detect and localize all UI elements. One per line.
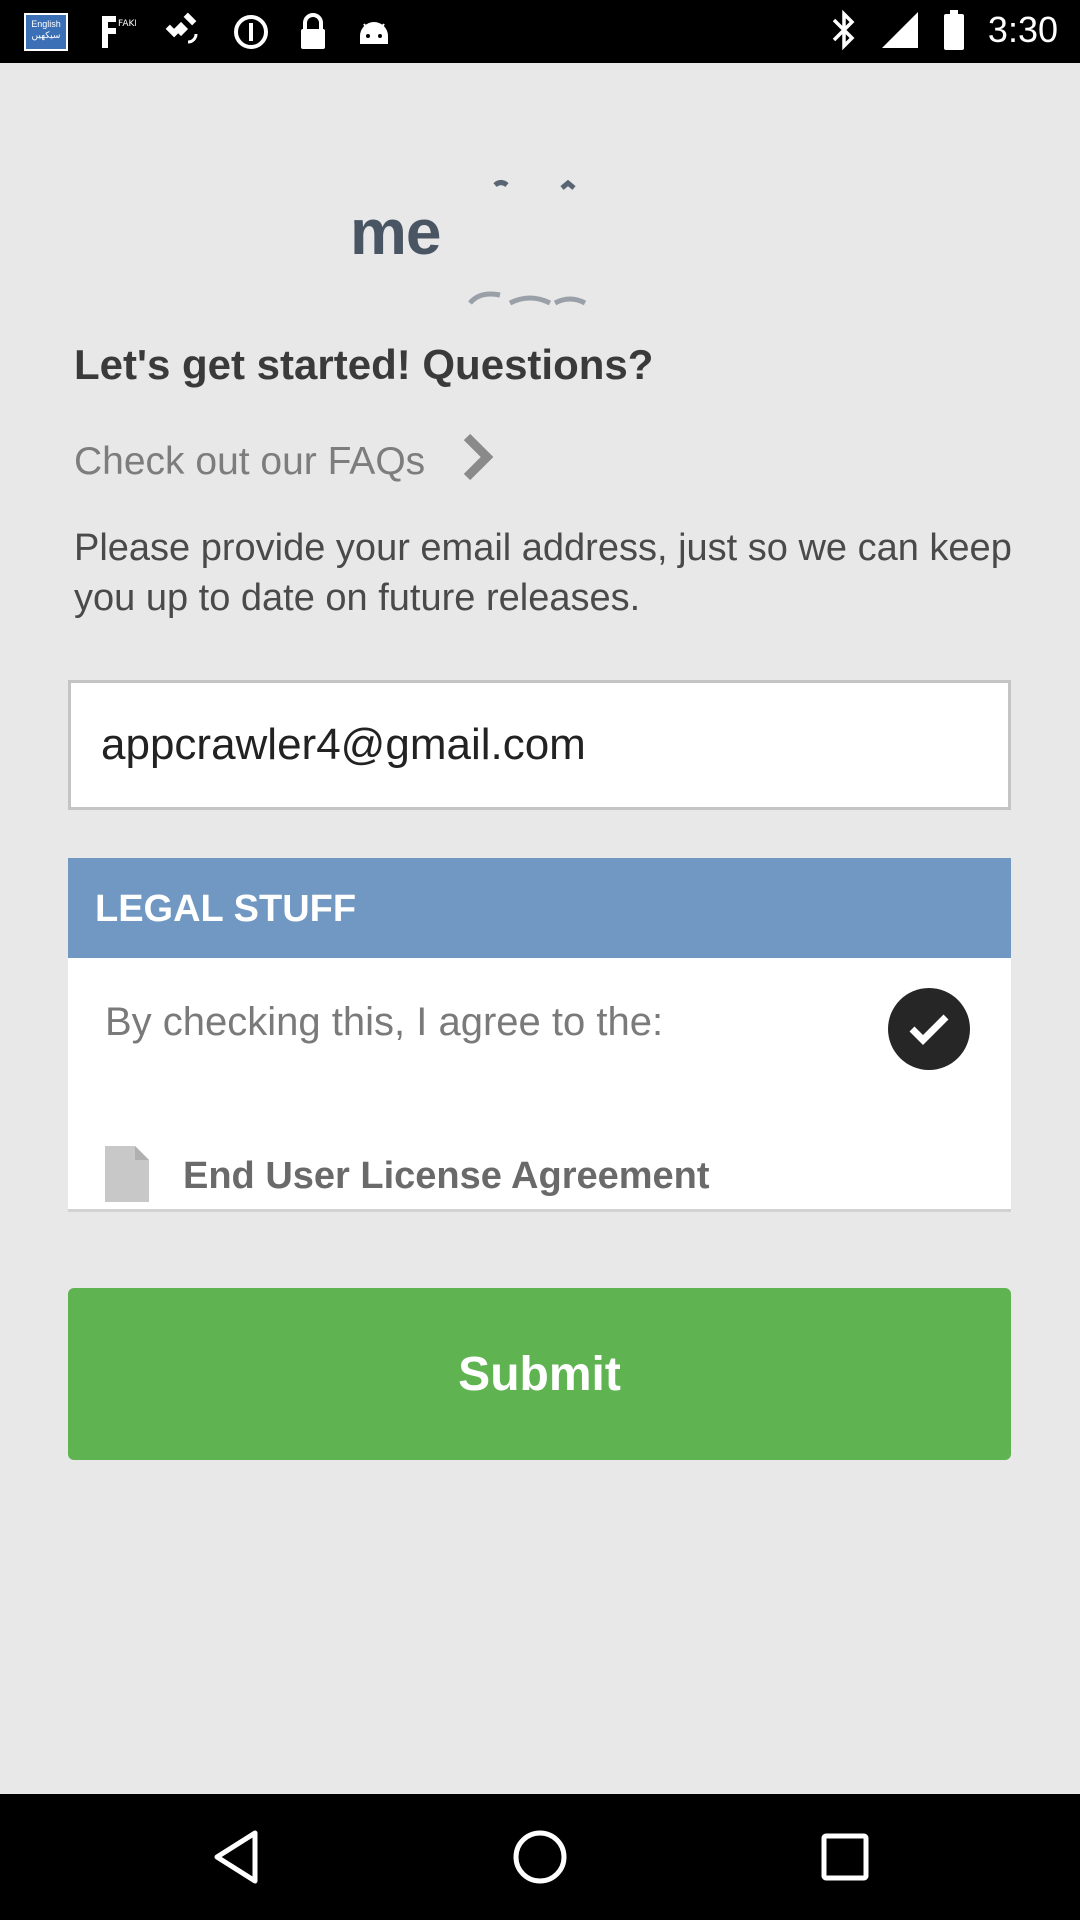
email-input[interactable] [68, 680, 1011, 810]
back-triangle-icon [214, 1830, 258, 1884]
faq-link-label: Check out our FAQs [74, 440, 426, 483]
lock-icon [298, 12, 328, 52]
chevron-right-icon [461, 431, 494, 493]
page-heading: Let's get started! Questions? [74, 341, 654, 388]
data-saver-icon [232, 13, 270, 51]
legal-card: LEGAL STUFF By checking this, I agree to… [68, 858, 1011, 1212]
eula-label: End User License Agreement [183, 1155, 710, 1197]
agree-checkbox[interactable] [888, 988, 970, 1070]
battery-icon [942, 8, 966, 52]
language-badge-bottom-text: سیکھیں [31, 30, 61, 40]
eula-link[interactable]: End User License Agreement [105, 1146, 710, 1207]
email-description: Please provide your email address, just … [74, 527, 1012, 619]
recents-square-icon [821, 1833, 869, 1881]
signal-icon [880, 10, 920, 50]
android-icon [356, 14, 392, 50]
main-content: me Let's get started! Questions? Check o… [0, 63, 1080, 1794]
status-bar: English سیکھیں FAKE 3:30 [0, 0, 1080, 63]
bluetooth-icon [830, 8, 858, 52]
language-badge-top-text: English [31, 19, 61, 29]
back-button[interactable] [206, 1827, 266, 1887]
navigation-bar [0, 1794, 1080, 1920]
status-left-icons: English سیکھیں FAKE [24, 12, 392, 52]
svg-text:FAKE: FAKE [118, 19, 136, 29]
recents-button[interactable] [815, 1827, 875, 1887]
home-button[interactable] [510, 1827, 570, 1887]
checkmark-icon [909, 1014, 949, 1045]
logo-graphic [468, 179, 587, 306]
home-circle-icon [513, 1830, 567, 1884]
document-icon [105, 1146, 149, 1207]
fake-gps-icon: FAKE [96, 12, 136, 52]
status-right-icons: 3:30 [830, 8, 1058, 52]
agree-text: By checking this, I agree to the: [105, 1000, 664, 1044]
satellite-icon [164, 12, 204, 52]
faq-link[interactable]: Check out our FAQs [74, 431, 494, 493]
submit-button[interactable]: Submit [68, 1288, 1011, 1460]
language-badge-icon: English سیکھیں [24, 13, 68, 51]
legal-header: LEGAL STUFF [68, 858, 1011, 958]
status-clock: 3:30 [987, 9, 1058, 50]
app-logo: me [350, 133, 710, 313]
